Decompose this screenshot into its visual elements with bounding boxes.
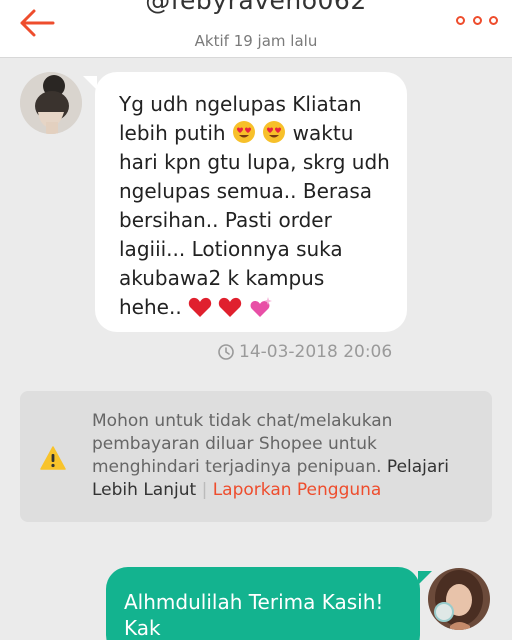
red-heart-icon — [188, 297, 212, 317]
more-dots-icon — [456, 15, 465, 25]
red-heart-icon — [219, 297, 242, 317]
outgoing-message-bubble[interactable]: Alhmdulilah Terima Kasih! Kak — [106, 567, 432, 640]
heart-eyes-emoji-icon — [232, 121, 255, 143]
more-dots-icon — [489, 15, 498, 25]
chat-username: @febyraveno062 — [145, 0, 367, 15]
more-dots-icon — [472, 15, 482, 25]
incoming-message-text: Yg udh ngelupas Kliatan lebih putih wakt… — [119, 92, 390, 319]
report-user-link[interactable]: Laporkan Pengguna — [213, 480, 382, 500]
warning-icon — [40, 446, 66, 470]
last-active-status: Aktif 19 jam lalu — [194, 32, 318, 50]
heart-eyes-emoji-icon — [263, 121, 286, 143]
sparkling-heart-icon — [250, 297, 272, 317]
more-options-button[interactable] — [456, 10, 498, 30]
timestamp-text: 14-03-2018 20:06 — [239, 342, 393, 362]
outgoing-message-text: Alhmdulilah Terima Kasih! Kak — [124, 590, 384, 640]
safety-notice: Mohon untuk tidak chat/melakukan pembaya… — [20, 391, 492, 522]
user-avatar[interactable] — [428, 568, 490, 630]
incoming-message-bubble[interactable]: Yg udh ngelupas Kliatan lebih putih wakt… — [83, 72, 407, 332]
sender-avatar[interactable] — [20, 72, 82, 134]
chat-header: @febyraveno062 Aktif 19 jam lalu — [0, 0, 512, 58]
link-separator: | — [201, 480, 208, 500]
clock-icon — [218, 344, 234, 360]
notice-text: Mohon untuk tidak chat/melakukan pembaya… — [92, 411, 450, 500]
message-timestamp: 14-03-2018 20:06 — [218, 342, 392, 362]
